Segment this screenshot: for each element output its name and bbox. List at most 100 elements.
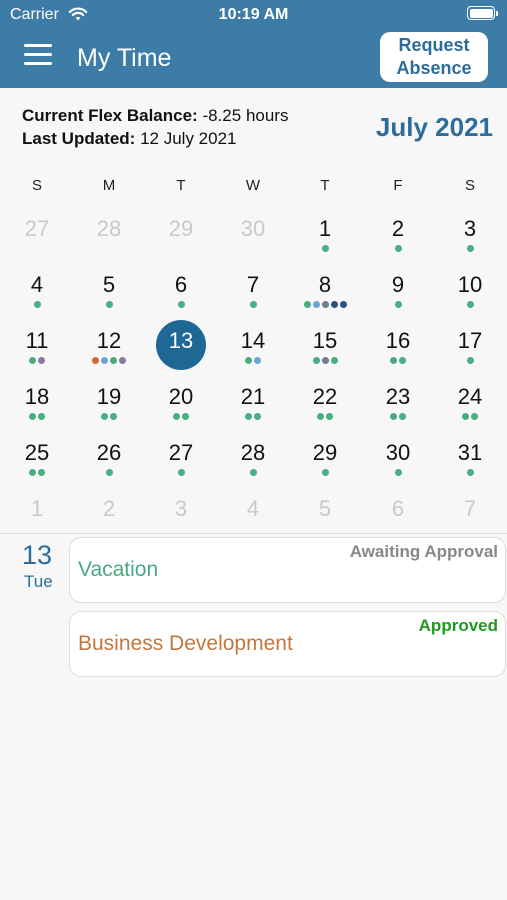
calendar-day-number: 20: [168, 384, 194, 409]
calendar-day-number: 25: [24, 440, 50, 465]
calendar-day-selected[interactable]: 13: [145, 320, 217, 376]
calendar-day-number: 7: [463, 496, 477, 521]
event-indicator-dots: [1, 469, 73, 476]
event-indicator-dots: [289, 245, 361, 252]
calendar-day-number: 3: [174, 496, 188, 521]
calendar-day[interactable]: 19: [73, 376, 145, 432]
event-dot: [466, 301, 474, 308]
event-dot: [390, 357, 397, 364]
event-indicator-dots: [73, 301, 145, 308]
calendar-day[interactable]: 27: [1, 208, 73, 264]
weekday-header: S: [31, 177, 42, 194]
event-dot: [466, 469, 474, 476]
event-indicator-dots: [145, 469, 217, 476]
calendar-day[interactable]: 21: [217, 376, 289, 432]
event-dot: [321, 469, 329, 476]
calendar-day[interactable]: 27: [145, 432, 217, 488]
event-indicator-dots: [434, 413, 506, 420]
calendar-day[interactable]: 15: [289, 320, 361, 376]
calendar-day-number: 31: [457, 440, 483, 465]
calendar-day-number: 29: [168, 216, 194, 241]
calendar-day-number: 28: [240, 440, 266, 465]
event-indicator-dots: [145, 413, 217, 420]
calendar-day[interactable]: 5: [289, 488, 361, 544]
event-dot: [105, 469, 113, 476]
calendar-day[interactable]: 26: [73, 432, 145, 488]
calendar-day[interactable]: 22: [289, 376, 361, 432]
calendar-day[interactable]: 8: [289, 264, 361, 320]
calendar-day[interactable]: 4: [1, 264, 73, 320]
event-indicator-dots: [145, 301, 217, 308]
calendar-day[interactable]: 1: [1, 488, 73, 544]
event-dot: [330, 301, 338, 308]
calendar-day[interactable]: 3: [145, 488, 217, 544]
calendar-day[interactable]: 6: [362, 488, 434, 544]
calendar-day[interactable]: 23: [362, 376, 434, 432]
calendar-day-number: 5: [102, 272, 116, 297]
calendar-day-number: 9: [391, 272, 405, 297]
calendar-day[interactable]: 25: [1, 432, 73, 488]
calendar-day[interactable]: 28: [217, 432, 289, 488]
event-dot: [29, 413, 36, 420]
calendar-day[interactable]: 29: [145, 208, 217, 264]
last-updated-value: 12 July 2021: [140, 129, 237, 148]
calendar-day[interactable]: 30: [217, 208, 289, 264]
event-dot: [312, 301, 320, 308]
event-dot: [321, 245, 329, 252]
page-title: My Time: [77, 44, 172, 72]
calendar-day-number: 12: [96, 328, 122, 353]
calendar-day[interactable]: 4: [217, 488, 289, 544]
event-title: Vacation: [78, 558, 159, 581]
calendar-day[interactable]: 16: [362, 320, 434, 376]
calendar-day[interactable]: 6: [145, 264, 217, 320]
calendar-day[interactable]: 18: [1, 376, 73, 432]
flex-balance-label: Current Flex Balance:: [22, 106, 198, 125]
calendar-day[interactable]: 7: [434, 488, 506, 544]
event-indicator-dots: [362, 357, 434, 364]
calendar-day-number: 8: [318, 272, 332, 297]
calendar-day[interactable]: 28: [73, 208, 145, 264]
weekday-header: T: [176, 177, 186, 194]
event-indicator-dots: [289, 357, 361, 364]
weekday-header: S: [464, 177, 475, 194]
event-title: Business Development: [78, 632, 293, 655]
calendar-day[interactable]: 30: [362, 432, 434, 488]
calendar-day-number: 2: [102, 496, 116, 521]
event-status: Approved: [418, 616, 498, 635]
calendar-day-number: 29: [312, 440, 338, 465]
calendar-day[interactable]: 24: [434, 376, 506, 432]
event-card-vacation[interactable]: Awaiting Approval Vacation: [69, 537, 506, 603]
event-indicator-dots: [362, 245, 434, 252]
calendar-day-number: 3: [463, 216, 477, 241]
calendar-day[interactable]: 2: [362, 208, 434, 264]
calendar-day[interactable]: 20: [145, 376, 217, 432]
calendar-day[interactable]: 29: [289, 432, 361, 488]
event-dot: [339, 301, 347, 308]
event-indicator-dots: [73, 413, 145, 420]
event-dot: [321, 357, 329, 364]
calendar-day[interactable]: 11: [1, 320, 73, 376]
event-card-business-development[interactable]: Approved Business Development: [69, 611, 506, 677]
calendar-day[interactable]: 5: [73, 264, 145, 320]
calendar-day-number: 18: [24, 384, 50, 409]
calendar-day[interactable]: 10: [434, 264, 506, 320]
calendar-day-number: 13: [168, 328, 194, 353]
event-indicator-dots: [217, 413, 289, 420]
hamburger-menu-icon[interactable]: [24, 44, 54, 66]
calendar-day[interactable]: 17: [434, 320, 506, 376]
calendar-day[interactable]: 3: [434, 208, 506, 264]
calendar-day[interactable]: 12: [73, 320, 145, 376]
calendar-day[interactable]: 9: [362, 264, 434, 320]
month-title: July 2021: [375, 112, 493, 142]
selected-date-number: 13: [22, 540, 53, 570]
calendar-day-number: 30: [385, 440, 411, 465]
event-dot: [105, 301, 113, 308]
calendar-day[interactable]: 1: [289, 208, 361, 264]
calendar-day-number: 2: [391, 216, 405, 241]
calendar-day[interactable]: 7: [217, 264, 289, 320]
event-dot: [399, 357, 406, 364]
calendar-day[interactable]: 31: [434, 432, 506, 488]
calendar-day[interactable]: 2: [73, 488, 145, 544]
request-absence-button[interactable]: Request Absence: [380, 32, 488, 82]
calendar-day[interactable]: 14: [217, 320, 289, 376]
